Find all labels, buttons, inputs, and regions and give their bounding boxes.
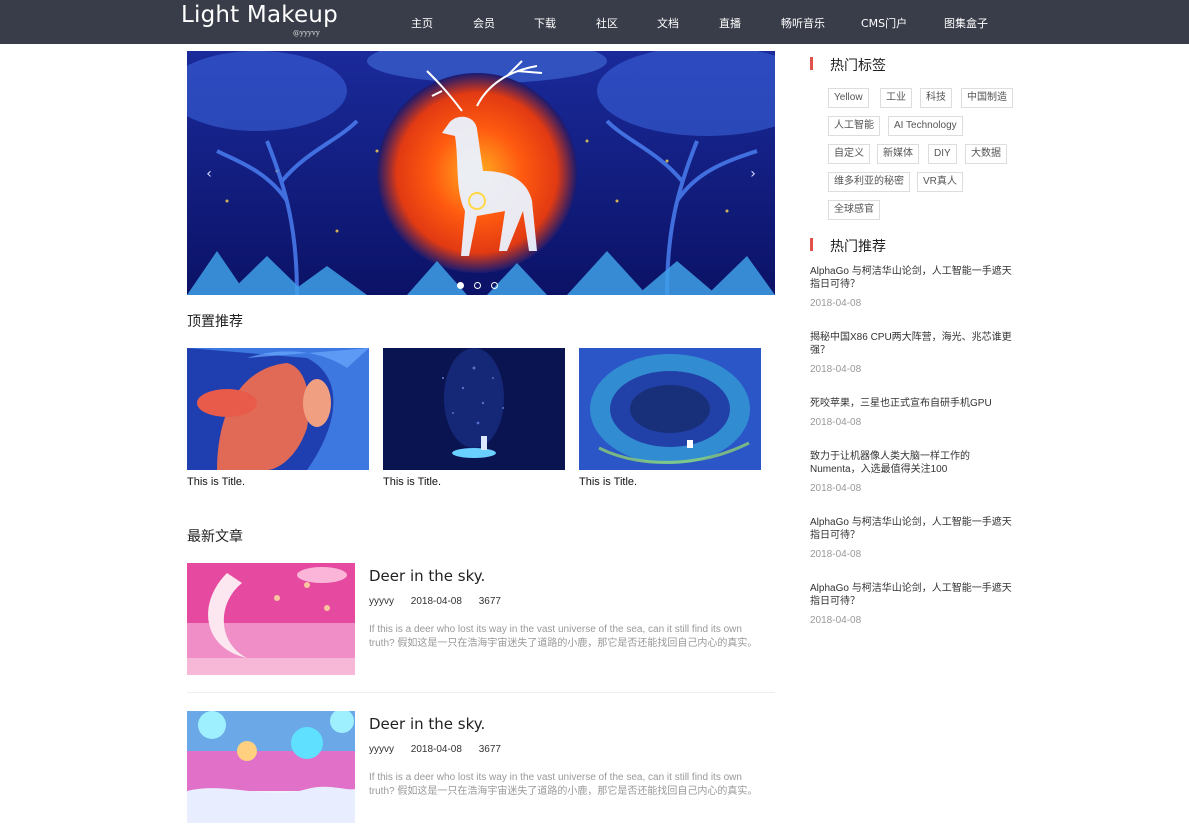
section-accent-bar [810,238,813,251]
tag-item[interactable]: 自定义 [828,144,870,164]
featured-card[interactable]: This is Title. [579,348,761,488]
recommend-item[interactable]: 揭秘中国X86 CPU两大阵营，海光、兆芯谁更 强？ 2018-04-08 [810,331,1020,375]
recommend-item[interactable]: 致力于让机器像人类大脑一样工作的 Numenta，入选最值得关注100 2018… [810,450,1020,494]
featured-card-title[interactable]: This is Title. [579,476,761,488]
tag-item[interactable]: 中国制造 [961,88,1013,108]
article-title[interactable]: Deer in the sky. [369,715,485,733]
tag-item[interactable]: 维多利亚的秘密 [828,172,910,192]
recommend-date: 2018-04-08 [810,549,862,560]
nav-item-live[interactable]: 直播 [719,15,741,31]
recommend-date: 2018-04-08 [810,298,862,309]
tag-item[interactable]: 全球感官 [828,200,880,220]
tag-item[interactable]: 新媒体 [877,144,919,164]
article-author: yyyvy [369,596,394,607]
nav-item-cms[interactable]: CMS门户 [861,15,907,31]
featured-card-image[interactable] [187,348,369,470]
article-divider [187,692,775,693]
article-item[interactable]: Deer in the sky. yyyvy 2018-04-08 3677 I… [187,563,775,693]
recommend-date: 2018-04-08 [810,417,862,428]
recommend-item[interactable]: AlphaGo 与柯洁华山论剑，人工智能一手遮天 指日可待？ 2018-04-0… [810,516,1020,560]
recommend-title-line: AlphaGo 与柯洁华山论剑，人工智能一手遮天 [810,266,1012,277]
article-author: yyyvy [369,744,394,755]
recommend-title-line: 揭秘中国X86 CPU两大阵营，海光、兆芯谁更 [810,332,1012,343]
tag-item[interactable]: DIY [928,144,957,164]
recommend-title-line: 死咬苹果，三星也正式宣布自研手机GPU [810,398,992,409]
recommend-title[interactable]: 揭秘中国X86 CPU两大阵营，海光、兆芯谁更 强？ [810,331,1020,357]
carousel-dot-2[interactable] [474,282,481,289]
recommend-title-line: 指日可待？ [810,279,860,290]
recommend-title[interactable]: 死咬苹果，三星也正式宣布自研手机GPU [810,397,1020,410]
recommend-title-line: 致力于让机器像人类大脑一样工作的 [810,451,970,462]
recommend-title-line: AlphaGo 与柯洁华山论剑，人工智能一手遮天 [810,517,1012,528]
recommend-title-line: 强？ [810,345,830,356]
featured-card-title[interactable]: This is Title. [383,476,565,488]
carousel-dot-1[interactable] [457,282,464,289]
article-thumbnail[interactable] [187,711,355,823]
top-navbar: Light Makeup @yyyvy 主页 会员 下载 社区 文档 直播 畅听… [0,0,1189,44]
recommend-item[interactable]: 死咬苹果，三星也正式宣布自研手机GPU 2018-04-08 [810,397,1020,428]
nav-item-community[interactable]: 社区 [596,15,618,31]
nav-item-download[interactable]: 下载 [534,15,556,31]
site-logo[interactable]: Light Makeup [181,2,338,28]
nav-item-docs[interactable]: 文档 [657,15,679,31]
tag-item[interactable]: VR真人 [917,172,963,192]
featured-card[interactable]: This is Title. [187,348,369,488]
article-views: 3677 [478,744,501,755]
recommend-title[interactable]: AlphaGo 与柯洁华山论剑，人工智能一手遮天 指日可待？ [810,582,1020,608]
section-accent-bar [810,57,813,70]
article-title[interactable]: Deer in the sky. [369,567,485,585]
latest-articles-heading: 最新文章 [187,529,243,545]
hot-recommend-title: 热门推荐 [830,239,886,255]
tag-item[interactable]: 大数据 [965,144,1007,164]
tag-item[interactable]: 科技 [920,88,952,108]
recommend-date: 2018-04-08 [810,483,862,494]
recommend-item[interactable]: AlphaGo 与柯洁华山论剑，人工智能一手遮天 指日可待？ 2018-04-0… [810,582,1020,626]
recommend-title-line: 指日可待？ [810,596,860,607]
recommend-item[interactable]: AlphaGo 与柯洁华山论剑，人工智能一手遮天 指日可待？ 2018-04-0… [810,265,1020,309]
top-recommend-heading: 顶置推荐 [187,314,243,330]
recommend-date: 2018-04-08 [810,615,862,626]
tag-item[interactable]: AI Technology [888,116,963,136]
carousel-next-button[interactable]: › [739,157,767,191]
recommend-title-line: AlphaGo 与柯洁华山论剑，人工智能一手遮天 [810,583,1012,594]
featured-card-title[interactable]: This is Title. [187,476,369,488]
article-description: If this is a deer who lost its way in th… [369,624,758,649]
featured-card-image[interactable] [383,348,565,470]
article-date: 2018-04-08 [410,596,462,607]
recommend-date: 2018-04-08 [810,364,862,375]
tag-item[interactable]: Yellow [828,88,869,108]
tag-item[interactable]: 人工智能 [828,116,880,136]
logo-subtitle: @yyyvy [293,29,320,37]
article-meta: yyyvy 2018-04-08 3677 [369,596,515,607]
carousel-prev-button[interactable]: ‹ [195,157,223,191]
nav-item-music[interactable]: 畅听音乐 [781,15,825,31]
article-description: If this is a deer who lost its way in th… [369,772,758,797]
featured-card-image[interactable] [579,348,761,470]
tag-item[interactable]: 工业 [880,88,912,108]
article-meta: yyyvy 2018-04-08 3677 [369,744,515,755]
hero-carousel[interactable]: ‹ › [187,51,775,295]
recommend-title[interactable]: AlphaGo 与柯洁华山论剑，人工智能一手遮天 指日可待？ [810,265,1020,291]
article-item[interactable]: Deer in the sky. yyyvy 2018-04-08 3677 I… [187,711,775,832]
recommend-title-line: Numenta，入选最值得关注100 [810,464,948,475]
recommend-title[interactable]: AlphaGo 与柯洁华山论剑，人工智能一手遮天 指日可待？ [810,516,1020,542]
nav-item-home[interactable]: 主页 [411,15,433,31]
recommend-title[interactable]: 致力于让机器像人类大脑一样工作的 Numenta，入选最值得关注100 [810,450,1020,476]
carousel-slide-deer-image [187,51,775,295]
article-views: 3677 [478,596,501,607]
nav-item-member[interactable]: 会员 [473,15,495,31]
recommend-title-line: 指日可待？ [810,530,860,541]
article-thumbnail[interactable] [187,563,355,675]
featured-card[interactable]: This is Title. [383,348,565,488]
hot-tags-title: 热门标签 [830,58,886,74]
carousel-dot-3[interactable] [491,282,498,289]
article-date: 2018-04-08 [410,744,462,755]
nav-item-gallery[interactable]: 图集盒子 [944,15,988,31]
